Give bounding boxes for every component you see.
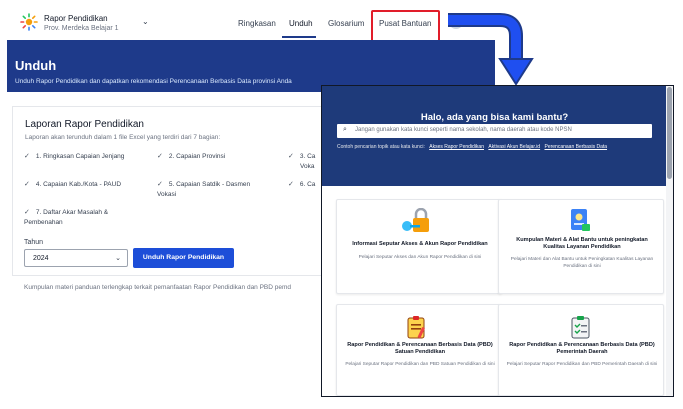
section-item: ✓ 1. Ringkasan Capaian Jenjang <box>24 153 125 160</box>
section-item: ✓ 4. Capaian Kab./Kota - PAUD <box>24 181 122 188</box>
page-title: Unduh <box>15 58 57 73</box>
search-placeholder: Jangan gunakan kata kunci seperti nama s… <box>355 127 572 133</box>
chevron-down-icon[interactable]: ⌄ <box>142 17 149 26</box>
section-item: ✓ 6. Ca <box>288 181 316 188</box>
section-item: ✓ 5. Capaian Satdik - Dasmen Vokasi <box>157 181 251 198</box>
help-card-materials[interactable]: Kumpulan Materi & Alat Bantu untuk penin… <box>498 199 664 294</box>
download-report-button[interactable]: Unduh Rapor Pendidikan <box>133 248 234 268</box>
help-center-window: Halo, ada yang bisa kami bantu? ⌕ Jangan… <box>321 85 674 397</box>
clipboard-pencil-icon <box>407 316 425 339</box>
help-card-title: Kumpulan Materi & Alat Bantu untuk penin… <box>516 237 648 250</box>
help-card-desc: Pelajari Seputar Rapor Pendidikan dan PB… <box>345 362 495 367</box>
search-icon: ⌕ <box>343 126 347 133</box>
example-link[interactable]: Akses Rapor Pendidikan <box>429 144 484 150</box>
year-select[interactable]: 2024 ⌄ <box>24 249 128 267</box>
help-card-school-pbd[interactable]: Rapor Pendidikan & Perencanaan Berbasis … <box>336 304 502 396</box>
help-card-title: Rapor Pendidikan & Perencanaan Berbasis … <box>509 342 655 355</box>
card-title: Laporan Rapor Pendidikan <box>25 119 144 130</box>
search-examples: Contoh pencarian topik atau kata kunci: … <box>337 144 607 150</box>
help-hero: Halo, ada yang bisa kami bantu? ⌕ Jangan… <box>322 86 667 186</box>
help-search-input[interactable]: ⌕ Jangan gunakan kata kunci seperti nama… <box>337 124 652 138</box>
example-link[interactable]: Perencanaan Berbasis Data <box>544 144 607 150</box>
app-title: Rapor Pendidikan <box>44 14 108 23</box>
document-badge-icon <box>571 209 590 231</box>
page-description: Unduh Rapor Pendidikan dan dapatkan reko… <box>15 78 292 85</box>
check-icon: ✓ <box>288 181 294 188</box>
clipboard-check-icon <box>571 316 590 339</box>
check-icon: ✓ <box>157 181 163 188</box>
help-card-desc: Pelajari Materi dan Alat Bantu untuk Pen… <box>510 257 654 269</box>
section-item: ✓ 2. Capaian Provinsi <box>157 153 226 160</box>
section-item: ✓ 7. Daftar Akar Masalah & Pembenahan <box>24 209 109 226</box>
key-lock-icon <box>402 208 429 232</box>
chevron-down-icon: ⌄ <box>115 255 121 262</box>
examples-label: Contoh pencarian topik atau kata kunci: <box>337 144 425 150</box>
check-icon: ✓ <box>24 153 30 160</box>
nav-unduh[interactable]: Unduh <box>289 19 313 28</box>
section-item-continuation: Voka <box>300 163 315 170</box>
check-icon: ✓ <box>24 209 30 216</box>
active-tab-indicator <box>282 36 316 38</box>
section-item: ✓ 3. Ca <box>288 153 316 160</box>
check-icon: ✓ <box>157 153 163 160</box>
app-subtitle: Prov. Merdeka Belajar 1 <box>44 25 119 32</box>
help-card-title: Rapor Pendidikan & Perencanaan Berbasis … <box>347 342 493 355</box>
curved-arrow-icon <box>448 13 534 86</box>
footer-note: Kumpulan materi panduan terlengkap terka… <box>24 284 292 291</box>
scrollbar-thumb[interactable] <box>667 87 672 179</box>
help-card-title: Informasi Seputar Akses & Akun Rapor Pen… <box>352 241 488 247</box>
year-label: Tahun <box>24 239 44 246</box>
top-navbar: Rapor Pendidikan Prov. Merdeka Belajar 1… <box>0 0 475 43</box>
example-link[interactable]: Aktivasi Akun Belajar.id <box>488 144 540 150</box>
card-description: Laporan akan terunduh dalam 1 file Excel… <box>25 134 221 141</box>
year-value: 2024 <box>33 255 49 262</box>
help-card-desc: Pelajari Seputar Akses dan Akun Rapor Pe… <box>358 255 482 260</box>
help-card-access[interactable]: Informasi Seputar Akses & Akun Rapor Pen… <box>336 199 502 294</box>
scrollbar[interactable] <box>666 86 673 396</box>
check-icon: ✓ <box>288 153 294 160</box>
nav-glosarium[interactable]: Glosarium <box>328 19 364 28</box>
help-card-regional-pbd[interactable]: Rapor Pendidikan & Perencanaan Berbasis … <box>498 304 664 396</box>
check-icon: ✓ <box>24 181 30 188</box>
annotation-highlight-box <box>371 10 440 43</box>
help-card-desc: Pelajari Seputar Rapor Pendidikan dan PB… <box>506 362 658 367</box>
sun-logo-icon <box>20 13 38 31</box>
nav-ringkasan[interactable]: Ringkasan <box>238 19 276 28</box>
help-title: Halo, ada yang bisa kami bantu? <box>420 112 569 123</box>
